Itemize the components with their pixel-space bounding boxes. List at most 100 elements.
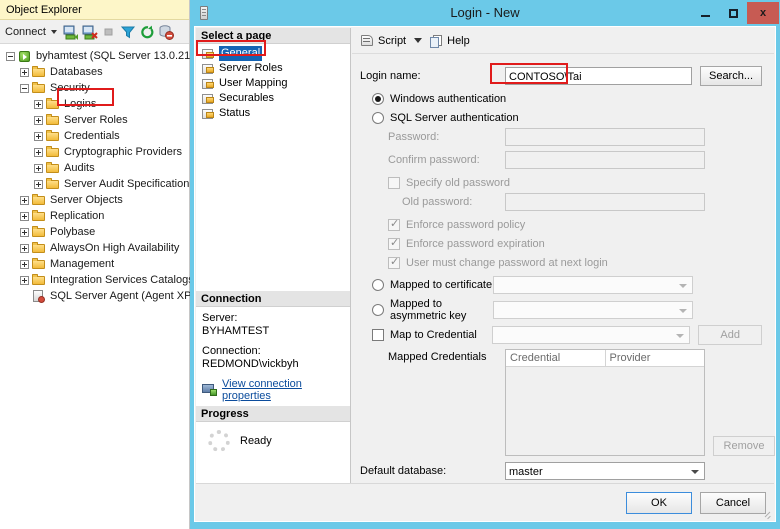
tree-node[interactable]: Security (0, 80, 189, 96)
enforce-password-policy-checkbox[interactable] (388, 217, 400, 231)
windows-authentication-radio[interactable] (372, 92, 384, 105)
grid-column-credential[interactable]: Credential (506, 350, 606, 366)
tree-node[interactable]: Databases (0, 64, 189, 80)
sql-authentication-row[interactable]: SQL Server authentication (360, 108, 762, 127)
resize-grip[interactable] (761, 508, 771, 518)
tree-node[interactable]: Polybase (0, 224, 189, 240)
add-credential-button[interactable]: Add (698, 325, 762, 345)
script-dropdown-icon[interactable] (414, 38, 423, 43)
ok-button[interactable]: OK (626, 492, 692, 514)
chevron-down-icon[interactable] (679, 309, 687, 313)
expand-icon[interactable] (20, 227, 29, 237)
view-connection-properties-row[interactable]: View connection properties (202, 378, 344, 402)
default-database-combo[interactable]: master (505, 462, 705, 480)
tree-node[interactable]: Audits (0, 160, 189, 176)
specify-old-password-row[interactable]: Specify old password (360, 173, 762, 192)
chevron-down-icon[interactable] (679, 284, 687, 288)
old-password-input[interactable] (505, 193, 705, 211)
page-list[interactable]: General Server Roles User Mapping Securable… (196, 44, 350, 121)
remove-credential-button[interactable]: Remove (713, 436, 775, 456)
tree-node[interactable]: Cryptographic Providers (0, 144, 189, 160)
expand-icon[interactable] (20, 67, 29, 77)
expand-icon[interactable] (34, 179, 43, 189)
tree-node[interactable]: Server Roles (0, 112, 189, 128)
enforce-password-expiration-label: Enforce password expiration (406, 237, 545, 250)
page-item-user-mapping[interactable]: User Mapping (200, 76, 350, 91)
expand-icon[interactable] (34, 115, 43, 125)
collapse-icon[interactable] (20, 83, 29, 93)
tree-node[interactable]: byhamtest (SQL Server 13.0.2149 (0, 48, 203, 64)
map-to-credential-combo[interactable] (491, 326, 691, 344)
expand-icon[interactable] (34, 163, 43, 173)
mapped-to-certificate-radio[interactable] (372, 279, 384, 291)
tree-node[interactable]: SQL Server Agent (Agent XPs (0, 288, 197, 304)
expand-icon[interactable] (20, 243, 29, 253)
page-item-status[interactable]: Status (200, 106, 350, 121)
chevron-down-icon[interactable] (50, 29, 57, 34)
progress-block: Ready (196, 422, 350, 460)
mapped-to-certificate-control[interactable]: Mapped to certificate (360, 276, 493, 295)
connect-button[interactable]: Connect (5, 26, 46, 38)
tree-node[interactable]: Management (0, 256, 189, 272)
grid-column-provider[interactable]: Provider (606, 350, 705, 366)
filter-icon[interactable] (119, 23, 137, 41)
mapped-to-certificate-combo[interactable] (493, 276, 693, 294)
confirm-password-input[interactable] (505, 151, 705, 169)
tree-node[interactable]: Integration Services Catalogs (0, 272, 194, 288)
password-input[interactable] (505, 128, 705, 146)
help-button[interactable]: Help (430, 34, 470, 48)
view-connection-properties-link[interactable]: View connection properties (222, 378, 344, 402)
expand-icon[interactable] (20, 195, 29, 205)
folder-icon (32, 257, 46, 270)
user-must-change-password-row[interactable]: User must change password at next login (360, 253, 762, 272)
chevron-down-icon[interactable] (691, 470, 699, 474)
refresh-icon[interactable] (138, 23, 156, 41)
expand-icon[interactable] (20, 211, 29, 221)
cancel-button[interactable]: Cancel (700, 492, 766, 514)
tree-node[interactable]: Logins (0, 96, 189, 112)
disconnect-object-explorer-icon[interactable] (81, 23, 99, 41)
enforce-password-expiration-checkbox[interactable] (388, 236, 400, 250)
maximize-button[interactable] (719, 2, 747, 24)
login-name-input[interactable]: CONTOSO\Tai (505, 66, 692, 85)
mapped-to-asymmetric-key-combo[interactable] (493, 301, 693, 319)
search-button[interactable]: Search... (700, 65, 762, 86)
connect-object-explorer-icon[interactable] (62, 23, 80, 41)
expand-icon[interactable] (20, 275, 29, 285)
tree-node-label: Audits (64, 162, 95, 174)
collapse-icon[interactable] (6, 51, 15, 61)
page-item-general[interactable]: General (200, 46, 350, 61)
map-to-credential-checkbox[interactable] (372, 329, 384, 341)
tree-node[interactable]: Server Objects (0, 192, 189, 208)
specify-old-password-checkbox[interactable] (388, 176, 400, 189)
expand-icon[interactable] (34, 147, 43, 157)
sql-authentication-radio[interactable] (372, 111, 384, 124)
tree-node[interactable]: AlwaysOn High Availability (0, 240, 189, 256)
page-item-securables[interactable]: Securables (200, 91, 350, 106)
chevron-down-icon[interactable] (676, 334, 685, 338)
dialog-titlebar[interactable]: Login - New x (190, 0, 780, 26)
script-button[interactable]: Script (360, 34, 406, 48)
enforce-password-policy-row[interactable]: Enforce password policy (360, 215, 762, 234)
mapped-credentials-grid[interactable]: Credential Provider (505, 349, 705, 456)
enforce-password-expiration-row[interactable]: Enforce password expiration (360, 234, 762, 253)
map-to-credential-control[interactable]: Map to Credential (360, 326, 492, 345)
object-explorer-tree[interactable]: byhamtest (SQL Server 13.0.2149 Databases… (0, 44, 203, 304)
mapped-to-asymmetric-key-control[interactable]: Mapped to asymmetric key (360, 298, 493, 322)
tree-node[interactable]: Server Audit Specification (0, 176, 189, 192)
disconnect-all-icon[interactable] (157, 23, 175, 41)
expand-icon[interactable] (34, 131, 43, 141)
server-icon (18, 50, 32, 63)
user-must-change-password-checkbox[interactable] (388, 255, 400, 269)
tree-node[interactable]: Credentials (0, 128, 189, 144)
windows-authentication-row[interactable]: Windows authentication (360, 89, 762, 108)
expand-icon[interactable] (34, 99, 43, 109)
tree-node[interactable]: Replication (0, 208, 189, 224)
minimize-button[interactable] (691, 2, 719, 24)
close-button[interactable]: x (747, 2, 779, 24)
expand-icon[interactable] (20, 259, 29, 269)
page-item-server-roles[interactable]: Server Roles (200, 61, 350, 76)
mapped-to-asymmetric-key-radio[interactable] (372, 304, 384, 316)
default-database-label: Default database: (360, 465, 447, 477)
